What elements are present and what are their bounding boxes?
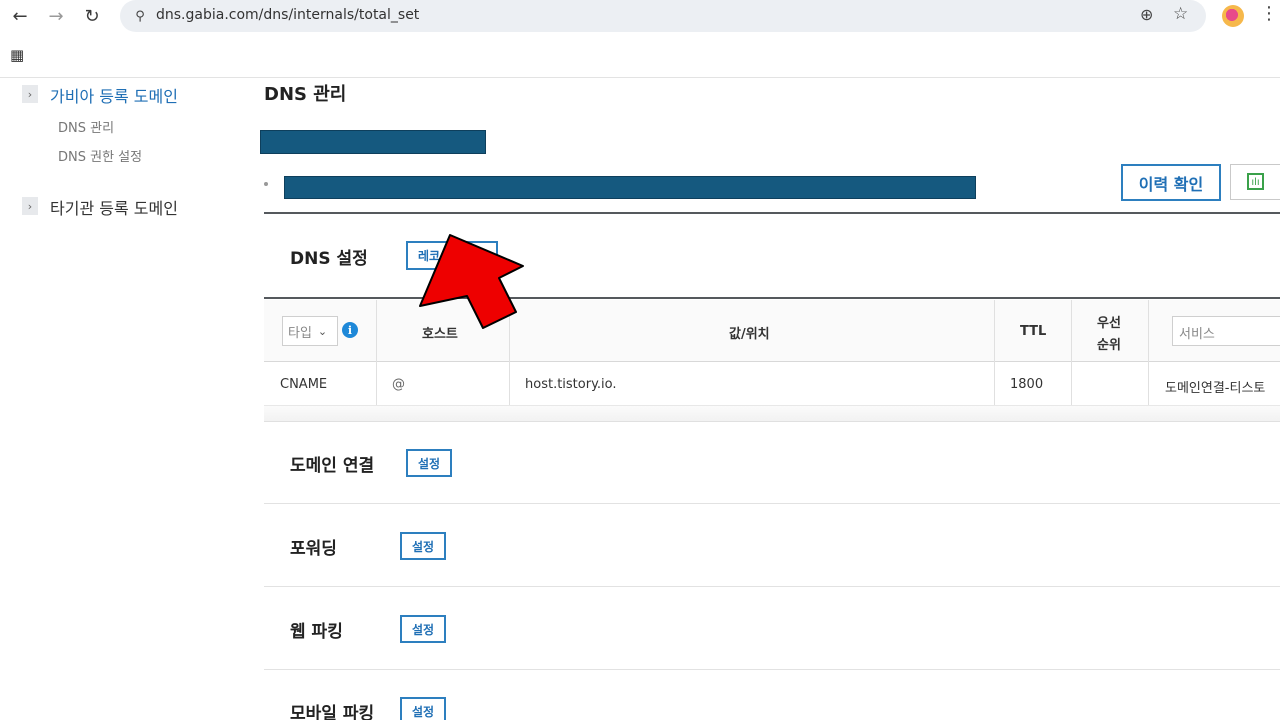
- chevron-down-icon: ⌄: [317, 324, 328, 338]
- mobile-parking-settings-button[interactable]: 설정: [400, 697, 446, 720]
- column-divider: [376, 300, 377, 422]
- column-divider: [994, 300, 995, 422]
- forward-icon[interactable]: →: [44, 4, 68, 28]
- stats-button[interactable]: ılı: [1230, 164, 1280, 200]
- red-pointer-arrow-icon: [419, 234, 524, 329]
- forwarding-title: 포워딩: [290, 539, 337, 559]
- cell-service: 도메인연결-티스토: [1165, 381, 1266, 396]
- domain-connect-title: 도메인 연결: [290, 456, 375, 476]
- column-header-priority: 순위: [1097, 338, 1121, 353]
- redacted-block: [284, 176, 976, 199]
- redacted-block: [260, 130, 486, 154]
- browser-toolbar: ← → ↻ ⚲ dns.gabia.com/dns/internals/tota…: [0, 0, 1280, 78]
- forwarding-settings-button[interactable]: 설정: [400, 532, 446, 560]
- apps-grid-icon[interactable]: ▦: [10, 46, 24, 64]
- section-divider: [264, 669, 1280, 670]
- address-bar[interactable]: ⚲ dns.gabia.com/dns/internals/total_set …: [120, 0, 1206, 32]
- web-parking-title: 웹 파킹: [290, 622, 343, 642]
- cell-value: host.tistory.io.: [525, 377, 617, 392]
- back-icon[interactable]: ←: [8, 4, 32, 28]
- sidebar-item-dns-management[interactable]: DNS 관리: [58, 117, 114, 136]
- history-button[interactable]: 이력 확인: [1121, 164, 1221, 201]
- column-header-ttl: TTL: [1020, 324, 1047, 339]
- kebab-menu-icon[interactable]: ⋮: [1260, 3, 1278, 24]
- site-info-icon[interactable]: ⚲: [130, 6, 150, 26]
- service-filter-input[interactable]: 서비스: [1172, 316, 1280, 346]
- sidebar-heading-external-domains[interactable]: 타기관 등록 도메인: [50, 195, 178, 219]
- table-scroll-fade: [264, 406, 1280, 422]
- cell-ttl: 1800: [1010, 377, 1044, 392]
- sidebar-item-dns-permissions[interactable]: DNS 권한 설정: [58, 146, 142, 165]
- column-divider: [1148, 300, 1149, 422]
- bar-chart-icon: ılı: [1247, 173, 1264, 190]
- mobile-parking-title: 모바일 파킹: [290, 704, 375, 720]
- cell-host: @: [392, 377, 405, 392]
- cell-type: CNAME: [280, 377, 328, 392]
- section-divider: [264, 503, 1280, 504]
- domain-connect-settings-button[interactable]: 설정: [406, 449, 452, 477]
- type-filter-label: 타입: [288, 325, 312, 341]
- web-parking-settings-button[interactable]: 설정: [400, 615, 446, 643]
- column-header-value: 값/위치: [729, 327, 770, 342]
- zoom-icon[interactable]: ⊕: [1140, 5, 1153, 24]
- dns-settings-title: DNS 설정: [290, 249, 368, 269]
- reload-icon[interactable]: ↻: [80, 4, 104, 28]
- url-text[interactable]: dns.gabia.com/dns/internals/total_set: [156, 7, 419, 23]
- column-divider: [1071, 300, 1072, 422]
- section-divider: [264, 212, 1280, 214]
- sidebar-heading-gabia-domains[interactable]: 가비아 등록 도메인: [50, 83, 178, 107]
- type-filter-select[interactable]: 타입 ⌄: [282, 316, 338, 346]
- chevron-right-icon[interactable]: ›: [22, 85, 38, 103]
- info-icon[interactable]: i: [342, 322, 358, 338]
- bookmark-star-icon[interactable]: ☆: [1173, 4, 1188, 24]
- chevron-right-icon[interactable]: ›: [22, 197, 38, 215]
- profile-avatar[interactable]: [1222, 5, 1244, 27]
- bullet-dot: [264, 182, 268, 186]
- column-header-priority: 우선: [1097, 316, 1121, 331]
- section-divider: [264, 586, 1280, 587]
- page-title: DNS 관리: [264, 84, 347, 105]
